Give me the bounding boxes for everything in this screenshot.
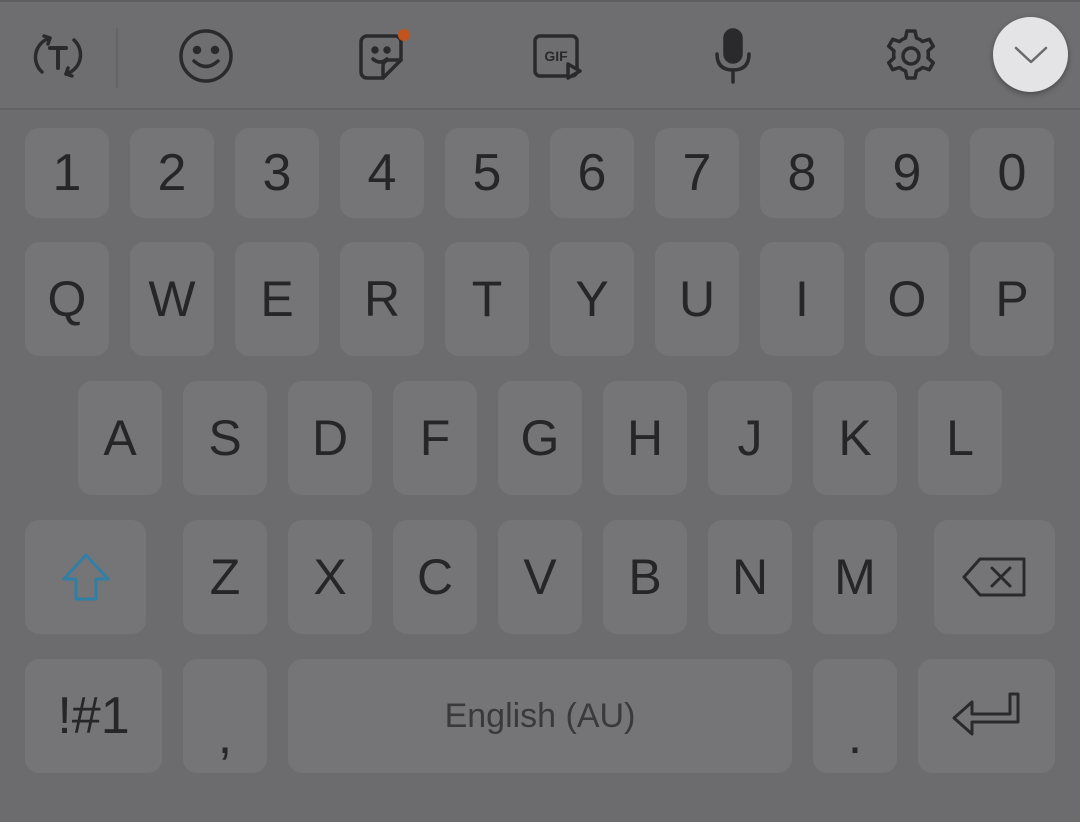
key-label: W	[148, 271, 196, 327]
key-label: Q	[47, 271, 87, 327]
key-label: R	[363, 271, 401, 327]
key-v[interactable]: V	[498, 520, 582, 634]
gif-icon[interactable]: GIF	[526, 24, 590, 88]
key-label: 3	[262, 144, 292, 202]
key-u[interactable]: U	[655, 242, 739, 356]
key-label: L	[946, 410, 974, 466]
key-label: 9	[892, 144, 922, 202]
toolbar-separator	[116, 28, 118, 88]
enter-key[interactable]	[918, 659, 1055, 773]
key-label: Y	[575, 271, 609, 327]
sticker-icon[interactable]	[351, 24, 415, 88]
key-o[interactable]: O	[865, 242, 949, 356]
key-label: S	[208, 410, 242, 466]
key-7[interactable]: 7	[655, 128, 739, 218]
enter-icon	[952, 692, 1019, 736]
key-4[interactable]: 4	[340, 128, 424, 218]
keyboard-toolbar: GIF	[0, 0, 1080, 110]
space-key[interactable]: English (AU)	[288, 659, 792, 773]
key-label: T	[471, 271, 503, 327]
text-mode-icon[interactable]	[26, 24, 90, 88]
key-label: I	[795, 271, 809, 327]
key-label: P	[995, 271, 1029, 327]
key-b[interactable]: B	[603, 520, 687, 634]
key-i[interactable]: I	[760, 242, 844, 356]
key-label: 2	[157, 144, 187, 202]
key-label: H	[626, 410, 664, 466]
backspace-icon	[962, 557, 1025, 597]
key-label: C	[416, 549, 454, 605]
key-1[interactable]: 1	[25, 128, 109, 218]
settings-icon[interactable]	[879, 24, 943, 88]
key-n[interactable]: N	[708, 520, 792, 634]
key-f[interactable]: F	[393, 381, 477, 495]
key-label: 0	[997, 144, 1027, 202]
key-c[interactable]: C	[393, 520, 477, 634]
key-label: O	[887, 271, 927, 327]
svg-text:GIF: GIF	[544, 48, 568, 64]
key-label: ,	[217, 707, 233, 765]
key-w[interactable]: W	[130, 242, 214, 356]
key-l[interactable]: L	[918, 381, 1002, 495]
key-label: 5	[472, 144, 502, 202]
key-2[interactable]: 2	[130, 128, 214, 218]
shift-key[interactable]	[25, 520, 146, 634]
key-y[interactable]: Y	[550, 242, 634, 356]
key-5[interactable]: 5	[445, 128, 529, 218]
backspace-key[interactable]	[934, 520, 1055, 634]
key-8[interactable]: 8	[760, 128, 844, 218]
key-label: X	[313, 549, 347, 605]
key-j[interactable]: J	[708, 381, 792, 495]
key-k[interactable]: K	[813, 381, 897, 495]
key-s[interactable]: S	[183, 381, 267, 495]
emoji-icon[interactable]	[174, 24, 238, 88]
chevron-down-icon	[1014, 46, 1047, 63]
key-label: J	[737, 410, 763, 466]
toolbar-divider	[0, 108, 1080, 110]
key-label: 1	[52, 144, 82, 202]
key-r[interactable]: R	[340, 242, 424, 356]
key-label: !#1	[57, 687, 130, 745]
key-label: Z	[209, 549, 241, 605]
key-6[interactable]: 6	[550, 128, 634, 218]
key-q[interactable]: Q	[25, 242, 109, 356]
key-t[interactable]: T	[445, 242, 529, 356]
key-d[interactable]: D	[288, 381, 372, 495]
key-p[interactable]: P	[970, 242, 1054, 356]
key-label: K	[838, 410, 872, 466]
key-g[interactable]: G	[498, 381, 582, 495]
key-m[interactable]: M	[813, 520, 897, 634]
key-label: D	[311, 410, 349, 466]
key-label: G	[520, 410, 560, 466]
key-e[interactable]: E	[235, 242, 319, 356]
key-label: N	[731, 549, 769, 605]
key-label: M	[834, 549, 876, 605]
space-language-label: English (AU)	[444, 697, 636, 735]
microphone-icon[interactable]	[701, 24, 765, 88]
key-label: 4	[367, 144, 397, 202]
key-9[interactable]: 9	[865, 128, 949, 218]
key-h[interactable]: H	[603, 381, 687, 495]
key-label: 7	[682, 144, 712, 202]
key-3[interactable]: 3	[235, 128, 319, 218]
period-key[interactable]: .	[813, 659, 897, 773]
key-label: 6	[577, 144, 607, 202]
hide-keyboard-button[interactable]	[993, 17, 1068, 92]
key-label: F	[419, 410, 451, 466]
key-label: 8	[787, 144, 817, 202]
shift-icon	[62, 553, 109, 601]
key-label: B	[628, 549, 662, 605]
key-label: A	[103, 410, 137, 466]
key-z[interactable]: Z	[183, 520, 267, 634]
key-label: U	[678, 271, 716, 327]
symbols-key[interactable]: !#1	[25, 659, 162, 773]
key-label: V	[523, 549, 557, 605]
key-a[interactable]: A	[78, 381, 162, 495]
key-label: .	[847, 707, 863, 765]
comma-key[interactable]: ,	[183, 659, 267, 773]
key-0[interactable]: 0	[970, 128, 1054, 218]
key-label: E	[260, 271, 294, 327]
key-x[interactable]: X	[288, 520, 372, 634]
